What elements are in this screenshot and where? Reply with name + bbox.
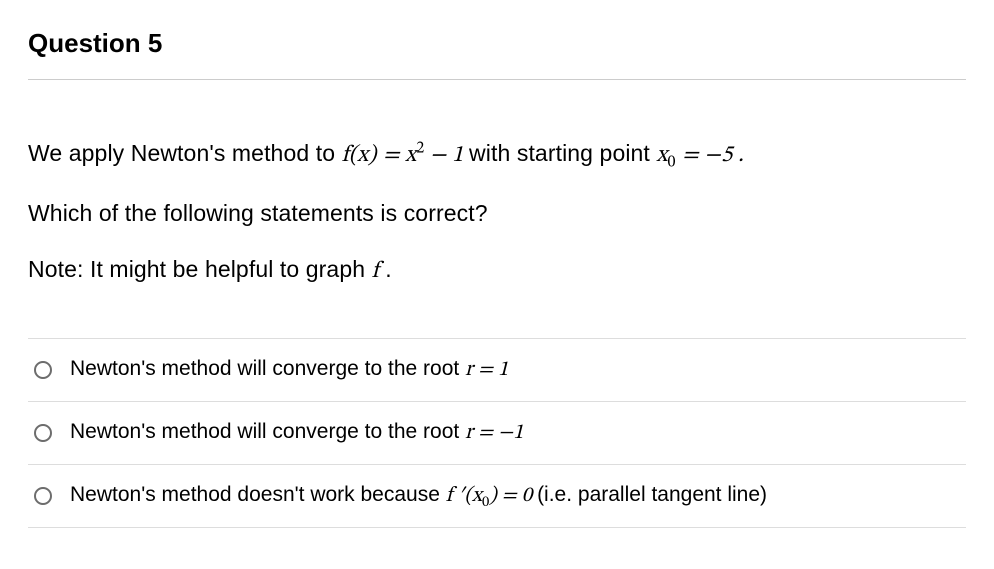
prompt-text: . [379,256,392,282]
option-label: Newton's method will converge to the roo… [70,357,966,383]
option-3[interactable]: Newton's method doesn't work because f ′… [28,464,966,528]
math-x: x [405,144,416,167]
option-text-part: Newton's method will converge to the roo… [70,357,465,380]
option-text-part: Newton's method will converge to the roo… [70,420,465,443]
radio-icon[interactable] [34,361,52,379]
radio-icon[interactable] [34,424,52,442]
math-minus1: − 1 [424,144,469,167]
math-x0: x [656,144,667,167]
math-r: r [465,422,473,443]
prompt-text: with starting point [469,140,656,166]
option-text-part: Newton's method doesn't work because [70,483,446,506]
option-1[interactable]: Newton's method will converge to the roo… [28,338,966,401]
math-close: ) [489,485,497,506]
math-f: f [372,260,379,283]
question-body: We apply Newton's method to f(x) = x2 − … [28,80,966,528]
math-eq: = −1 [473,422,524,443]
prompt-line-2: Which of the following statements is cor… [28,196,966,231]
math-fprime: f ′ [446,485,465,506]
prompt-text: Note: It might be helpful to graph [28,256,372,282]
option-2[interactable]: Newton's method will converge to the roo… [28,401,966,464]
math-x: x [472,485,482,506]
prompt-text: We apply Newton's method to [28,140,342,166]
math-eq: = 1 [473,359,508,380]
radio-icon[interactable] [34,487,52,505]
prompt-line-1: We apply Newton's method to f(x) = x2 − … [28,136,966,174]
question-title: Question 5 [28,28,966,80]
math-r: r [465,359,473,380]
option-label: Newton's method will converge to the roo… [70,420,966,446]
math-sub0: 0 [668,144,676,167]
math-eq0: = 0 [497,485,537,506]
option-text-part: (i.e. parallel tangent line) [537,483,767,506]
options-list: Newton's method will converge to the roo… [28,338,966,528]
math-eq: = [383,144,405,167]
math-fx: f(x) [342,144,377,167]
option-label: Newton's method doesn't work because f ′… [70,483,966,509]
math-open: ( [464,485,472,506]
math-eq-m5: = −5 . [682,144,744,167]
prompt-line-3: Note: It might be helpful to graph f . [28,252,966,290]
